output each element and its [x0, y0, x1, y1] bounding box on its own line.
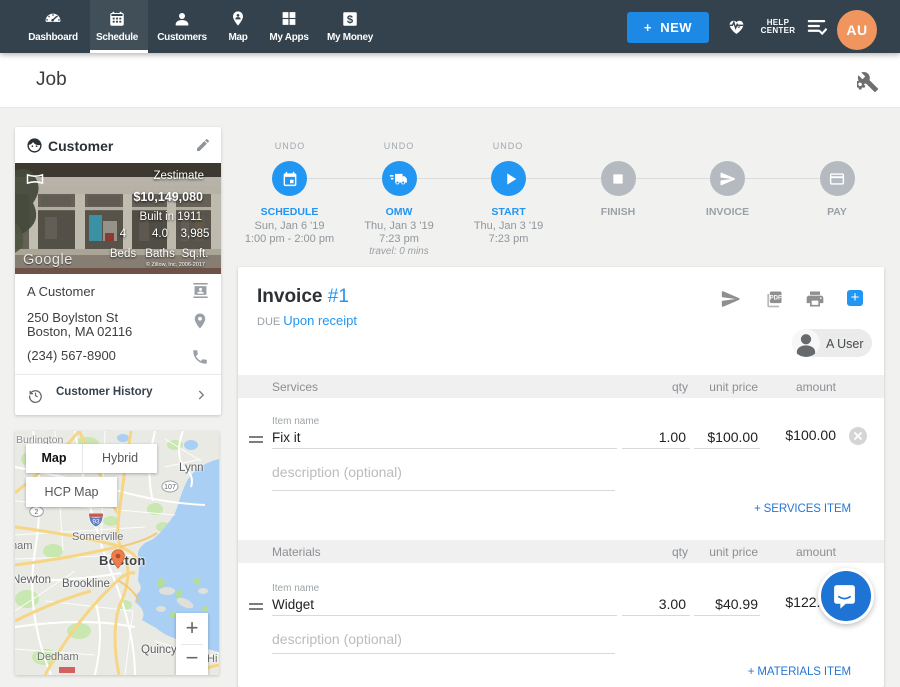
svg-text:107: 107 [164, 484, 176, 491]
svg-text:$: $ [347, 14, 354, 26]
svg-text:93: 93 [92, 519, 100, 526]
svg-text:2: 2 [35, 509, 39, 516]
svg-text:PDF: PDF [770, 296, 782, 302]
